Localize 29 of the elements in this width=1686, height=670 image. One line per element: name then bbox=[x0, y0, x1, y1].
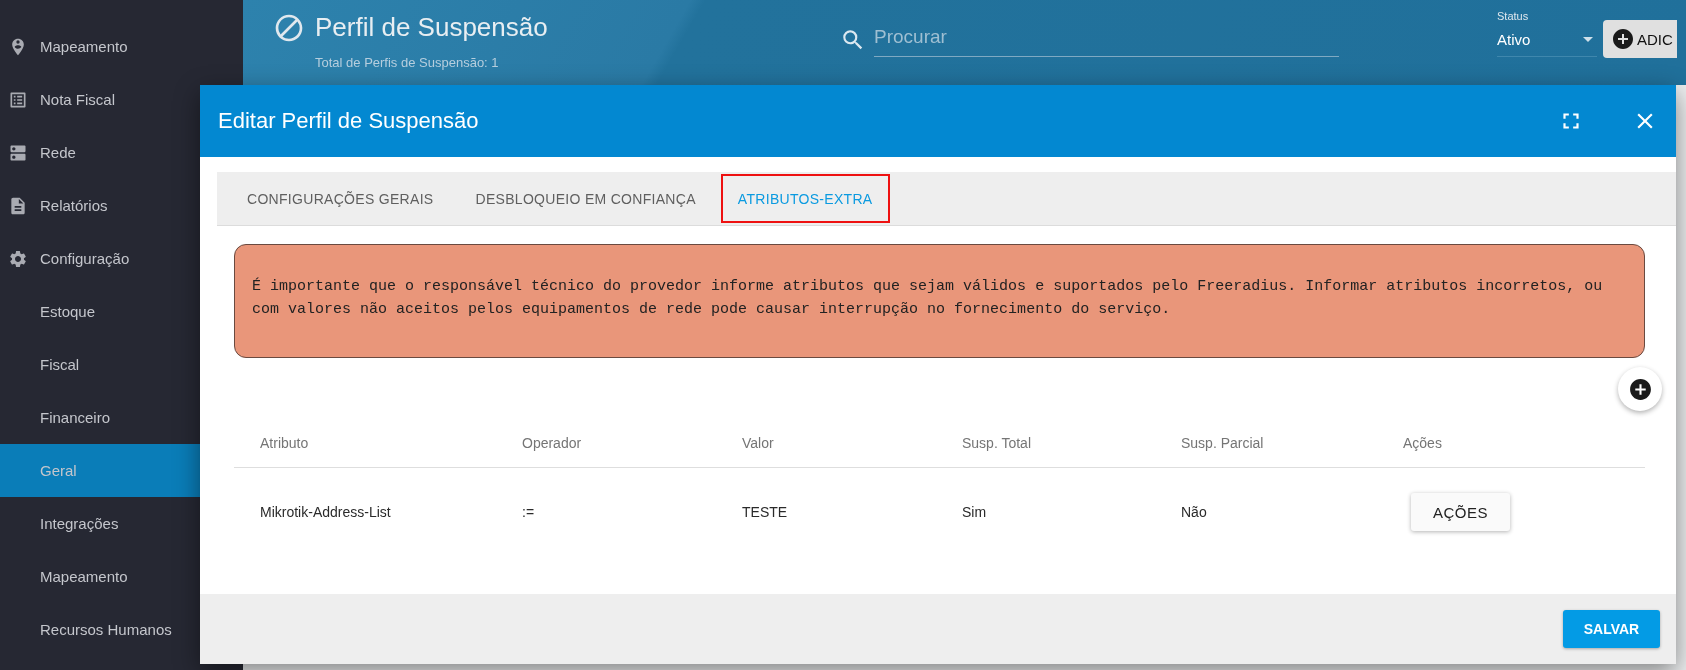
settings-icon bbox=[8, 248, 28, 269]
table-cell-text: Sim bbox=[962, 504, 988, 520]
page-title: Perfil de Suspensão bbox=[315, 12, 548, 43]
status-label: Status bbox=[1497, 10, 1530, 22]
search-field[interactable]: Procurar bbox=[874, 22, 1339, 57]
add-button[interactable]: ADIC bbox=[1603, 20, 1677, 58]
block-icon bbox=[273, 12, 305, 44]
table-cell-text: := bbox=[522, 504, 536, 520]
table-cell-text: Mikrotik-Address-List bbox=[260, 504, 392, 520]
column-header: Ações bbox=[1403, 435, 1443, 451]
page-subtitle: Total de Perfis de Suspensão: 1 bbox=[315, 55, 500, 70]
column-header: Susp. Total bbox=[962, 435, 1032, 451]
table-cell-text: Não bbox=[1181, 504, 1208, 520]
column-header: Valor bbox=[742, 435, 775, 451]
column-header: Operador bbox=[522, 435, 583, 451]
dialog-title: Editar Perfil de Suspensão bbox=[218, 108, 480, 134]
tab[interactable]: DESBLOQUEIO EM CONFIANÇA bbox=[458, 174, 713, 223]
sidebar-item[interactable]: Mapeamento bbox=[0, 20, 243, 73]
add-button[interactable] bbox=[1618, 367, 1662, 411]
plus-icon bbox=[1627, 376, 1653, 402]
status-select[interactable]: Ativo bbox=[1497, 27, 1597, 57]
plus-icon bbox=[1611, 27, 1635, 51]
column-header: Atributo bbox=[260, 435, 310, 451]
column-header: Susp. Parcial bbox=[1181, 435, 1265, 451]
dropdown-icon bbox=[1583, 37, 1593, 42]
warning-message: É importante que o responsável técnico do provedor informe atributos que sejam válidos e suportados pelo Freeradius. Informar atributos incorretos, ou com valores não aceitos pelos equipamentos de rede pode causar interrupção no fornecimento do serviço. bbox=[234, 244, 1645, 358]
document-icon bbox=[8, 195, 28, 216]
actions-button[interactable]: AÇÕES bbox=[1411, 493, 1510, 531]
table-cell-text: TESTE bbox=[742, 504, 789, 520]
